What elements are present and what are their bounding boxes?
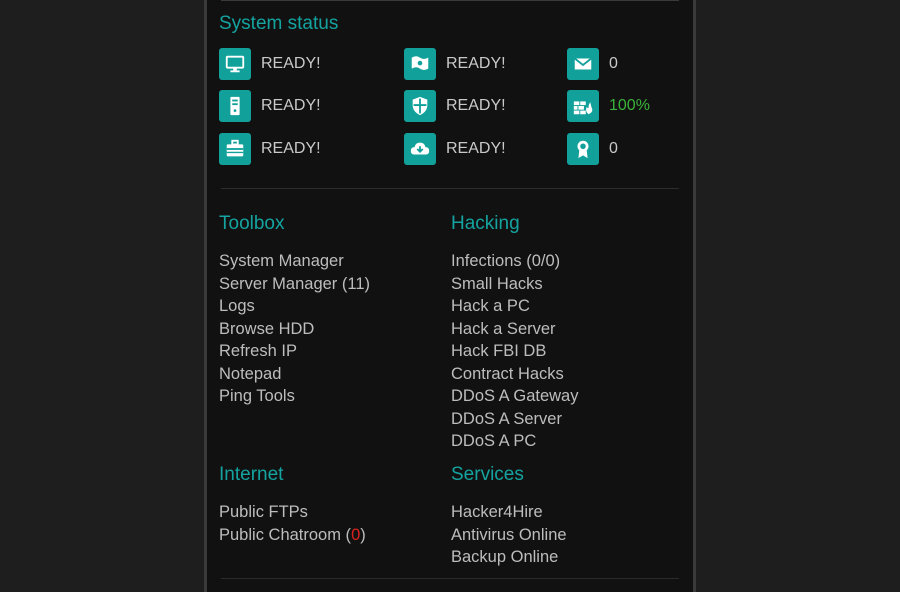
system-status-title: System status: [219, 13, 339, 34]
menu-infections[interactable]: Infections (0/0): [451, 250, 578, 273]
menu-ping-tools[interactable]: Ping Tools: [219, 385, 370, 408]
status-cloud-value: READY!: [446, 140, 506, 157]
monitor-icon: [219, 48, 251, 80]
menu-antivirus-online[interactable]: Antivirus Online: [451, 524, 567, 547]
status-badge[interactable]: 0: [567, 133, 618, 165]
menu-system-manager[interactable]: System Manager: [219, 250, 370, 273]
status-server-value: READY!: [261, 97, 321, 114]
main-panel: System status READY! READY! 0 READY! REA…: [204, 0, 696, 592]
status-toolbox[interactable]: READY!: [219, 133, 321, 165]
toolbox-menu: System Manager Server Manager (11) Logs …: [219, 250, 370, 408]
badge-icon: [567, 133, 599, 165]
status-mail[interactable]: 0: [567, 48, 618, 80]
bottom-divider: [221, 578, 679, 579]
services-title: Services: [451, 464, 524, 485]
internet-title: Internet: [219, 464, 284, 485]
menu-ddos-server[interactable]: DDoS A Server: [451, 408, 578, 431]
chatroom-label: Public Chatroom (: [219, 525, 352, 544]
mail-icon: [567, 48, 599, 80]
firewall-icon: [567, 90, 599, 122]
top-divider: [221, 0, 679, 1]
status-shield[interactable]: READY!: [404, 90, 506, 122]
status-server[interactable]: READY!: [219, 90, 321, 122]
cloud-download-icon: [404, 133, 436, 165]
menu-hack-fbi-db[interactable]: Hack FBI DB: [451, 340, 578, 363]
hacking-title: Hacking: [451, 213, 520, 234]
status-monitor[interactable]: READY!: [219, 48, 321, 80]
menu-refresh-ip[interactable]: Refresh IP: [219, 340, 370, 363]
toolbox-title: Toolbox: [219, 213, 285, 234]
toolbox-icon: [219, 133, 251, 165]
status-badge-value: 0: [609, 140, 618, 157]
menu-public-ftps[interactable]: Public FTPs: [219, 501, 366, 524]
services-menu: Hacker4Hire Antivirus Online Backup Onli…: [451, 501, 567, 569]
server-icon: [219, 90, 251, 122]
menu-hacker4hire[interactable]: Hacker4Hire: [451, 501, 567, 524]
hacking-menu: Infections (0/0) Small Hacks Hack a PC H…: [451, 250, 578, 453]
status-mail-value: 0: [609, 55, 618, 72]
menu-logs[interactable]: Logs: [219, 295, 370, 318]
menu-backup-online[interactable]: Backup Online: [451, 546, 567, 569]
menu-small-hacks[interactable]: Small Hacks: [451, 273, 578, 296]
status-shield-value: READY!: [446, 97, 506, 114]
status-flag-value: READY!: [446, 55, 506, 72]
shield-icon: [404, 90, 436, 122]
menu-contract-hacks[interactable]: Contract Hacks: [451, 363, 578, 386]
status-toolbox-value: READY!: [261, 140, 321, 157]
chatroom-close: ): [360, 525, 366, 544]
divider: [221, 188, 679, 189]
menu-hack-server[interactable]: Hack a Server: [451, 318, 578, 341]
internet-menu: Public FTPs Public Chatroom (0): [219, 501, 366, 546]
menu-ddos-pc[interactable]: DDoS A PC: [451, 430, 578, 453]
status-firewall-value: 100%: [609, 97, 650, 114]
menu-server-manager[interactable]: Server Manager (11): [219, 273, 370, 296]
menu-ddos-gateway[interactable]: DDoS A Gateway: [451, 385, 578, 408]
menu-notepad[interactable]: Notepad: [219, 363, 370, 386]
flag-icon: [404, 48, 436, 80]
status-cloud[interactable]: READY!: [404, 133, 506, 165]
status-firewall[interactable]: 100%: [567, 90, 650, 122]
status-monitor-value: READY!: [261, 55, 321, 72]
menu-hack-pc[interactable]: Hack a PC: [451, 295, 578, 318]
menu-public-chatroom[interactable]: Public Chatroom (0): [219, 524, 366, 547]
chatroom-count: 0: [351, 525, 361, 544]
menu-browse-hdd[interactable]: Browse HDD: [219, 318, 370, 341]
status-flag[interactable]: READY!: [404, 48, 506, 80]
